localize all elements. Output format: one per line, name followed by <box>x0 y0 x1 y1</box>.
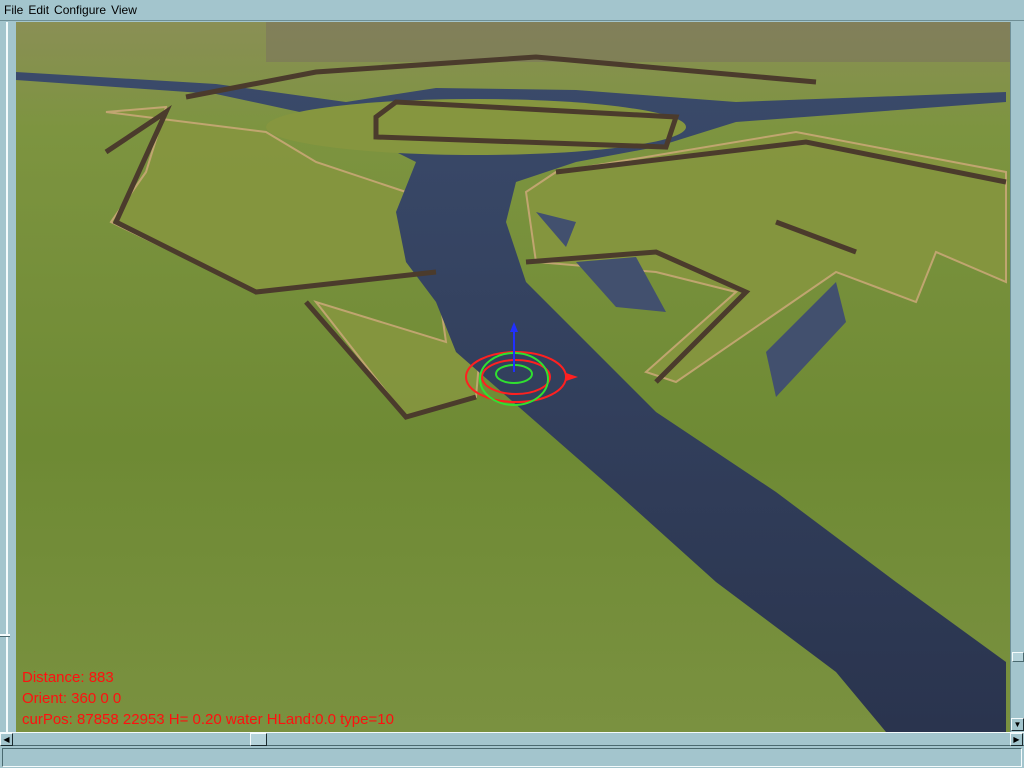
vertical-scroll-thumb[interactable] <box>1012 652 1024 662</box>
left-splitter[interactable] <box>0 22 16 732</box>
scroll-left-icon[interactable]: ◀ <box>0 733 13 746</box>
distant-town <box>266 22 1010 62</box>
hud-orient: Orient: 360 0 0 <box>22 690 122 707</box>
horizontal-scrollbar[interactable]: ◀ ▶ <box>0 732 1024 746</box>
menu-view[interactable]: View <box>111 3 137 17</box>
splitter-line <box>6 22 8 732</box>
splitter-handle[interactable] <box>0 634 10 637</box>
status-bar <box>2 748 1022 767</box>
3d-viewport[interactable]: Distance: 883 Orient: 360 0 0 curPos: 87… <box>16 22 1010 732</box>
menu-configure[interactable]: Configure <box>54 3 106 17</box>
horizontal-scroll-thumb[interactable] <box>250 733 267 746</box>
terrain-scene <box>16 22 1010 732</box>
menu-file[interactable]: File <box>4 3 23 17</box>
hud-distance: Distance: 883 <box>22 669 114 686</box>
scroll-right-icon[interactable]: ▶ <box>1010 733 1023 746</box>
menu-bar: File Edit Configure View <box>0 0 1024 21</box>
scroll-down-icon[interactable]: ▼ <box>1011 718 1024 731</box>
hud-curpos: curPos: 87858 22953 H= 0.20 water HLand:… <box>22 711 394 728</box>
menu-edit[interactable]: Edit <box>28 3 49 17</box>
hud-overlay: Distance: 883 Orient: 360 0 0 curPos: 87… <box>22 667 394 730</box>
vertical-scrollbar[interactable]: ▼ <box>1010 22 1024 732</box>
